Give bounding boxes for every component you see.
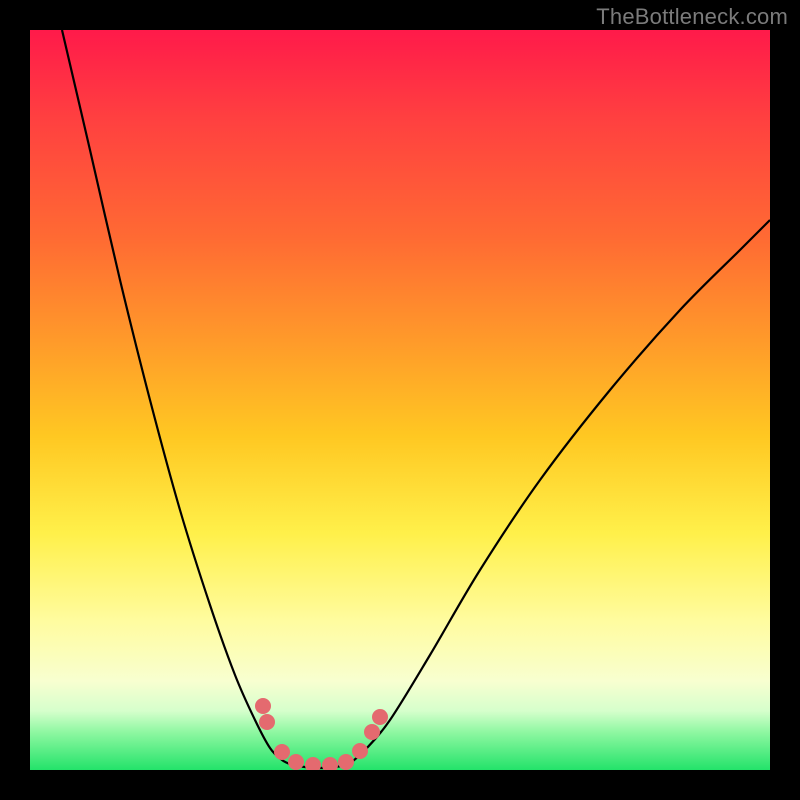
curve-marker <box>305 757 321 770</box>
curve-marker <box>255 698 271 714</box>
curve-marker <box>364 724 380 740</box>
curve-marker <box>274 744 290 760</box>
bottleneck-curve <box>62 30 770 768</box>
watermark-text: TheBottleneck.com <box>596 4 788 30</box>
curve-markers <box>255 698 388 770</box>
curve-marker <box>259 714 275 730</box>
chart-frame: TheBottleneck.com <box>0 0 800 800</box>
curve-marker <box>352 743 368 759</box>
curve-marker <box>372 709 388 725</box>
curve-marker <box>288 754 304 770</box>
plot-area <box>30 30 770 770</box>
curve-marker <box>322 757 338 770</box>
curve-svg <box>30 30 770 770</box>
curve-marker <box>338 754 354 770</box>
